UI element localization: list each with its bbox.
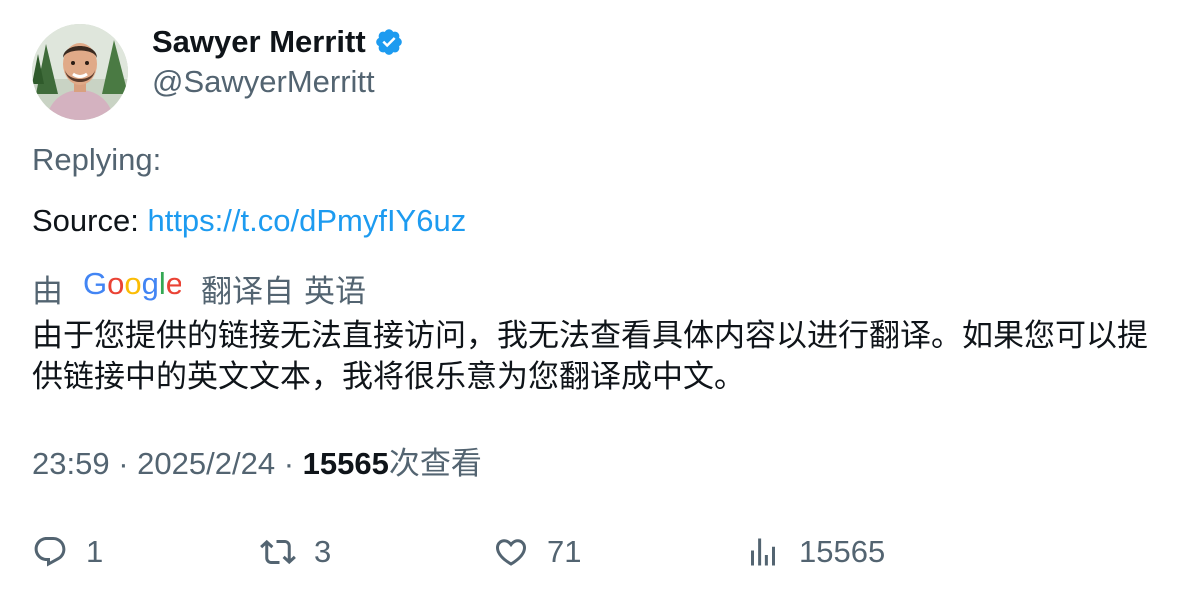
reply-count: 1 [86,534,104,569]
tweet-time[interactable]: 23:59 [32,446,110,481]
tweet-metadata: 23:59 · 2025/2/24 · 15565次查看 [32,444,482,484]
verified-badge-icon[interactable] [374,27,404,57]
source-label: Source: [32,203,139,238]
profile-photo-icon [32,24,128,120]
source-link[interactable]: https://t.co/dPmyfIY6uz [147,203,466,238]
views-button[interactable]: 15565 [745,532,885,572]
reply-button[interactable]: 1 [32,532,103,572]
author-handle[interactable]: @SawyerMerritt [152,62,375,102]
tweet-body: Source: https://t.co/dPmyfIY6uz [32,201,466,241]
translated-text: 由于您提供的链接无法直接访问，我无法查看具体内容以进行翻译。如果您可以提供链接中… [32,318,1148,394]
translation-by-label: 由 [32,273,63,309]
retweet-icon [260,539,296,565]
reply-icon [34,537,66,567]
author-name-row: Sawyer Merritt [152,22,404,62]
source-language: 英语 [304,273,366,309]
like-button[interactable]: 71 [493,532,581,572]
author-display-name[interactable]: Sawyer Merritt [152,22,366,62]
action-bar: 1 3 71 15565 [32,532,1172,572]
analytics-icon [751,538,775,566]
views-label: 次查看 [388,446,482,481]
translation-attribution: 由 Google 翻译自 英语 [32,266,366,309]
replying-label: Replying: [32,142,162,177]
views-count: 15565 [302,446,389,481]
google-logo-icon: Google [83,266,183,309]
like-count: 71 [547,534,582,569]
tweet-date[interactable]: 2025/2/24 [137,446,275,481]
retweet-button[interactable]: 3 [260,532,331,572]
svg-text:Google: Google [83,267,181,301]
heart-icon [495,539,527,566]
meta-separator: · [118,446,129,481]
translated-from-label: 翻译自 [201,273,294,309]
views-action-count: 15565 [799,534,886,569]
retweet-count: 3 [314,534,332,569]
avatar[interactable] [32,24,128,120]
meta-separator-2: · [283,446,295,481]
